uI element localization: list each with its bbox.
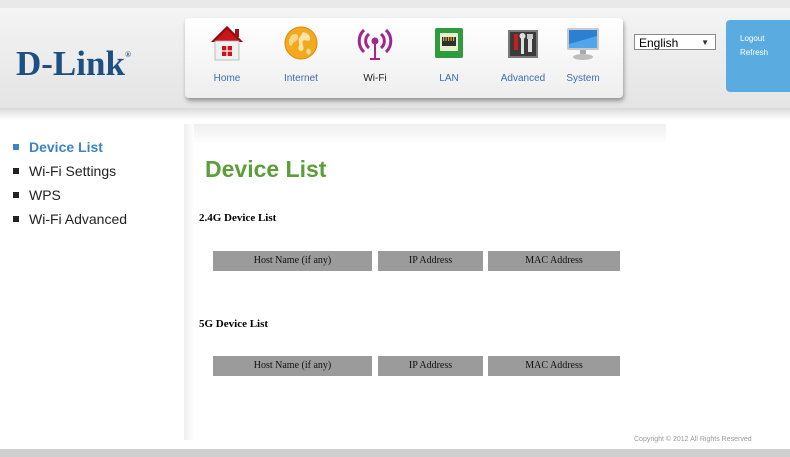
column-header-mac-address: MAC Address — [488, 251, 620, 271]
nav-system-label: System — [566, 73, 600, 84]
home-icon — [211, 26, 243, 61]
bullet-icon — [13, 144, 19, 150]
nav-home-label: Home — [213, 73, 241, 84]
column-header-host-name: Host Name (if any) — [213, 251, 372, 271]
bottom-bar — [0, 449, 790, 457]
column-header-mac-address: MAC Address — [488, 356, 620, 376]
language-select[interactable]: English ▼ — [634, 34, 716, 50]
nav-internet[interactable]: Internet — [271, 18, 331, 98]
nav-internet-label: Internet — [284, 73, 318, 84]
trademark-mark: ® — [124, 50, 131, 59]
sidebar-item-wps[interactable]: WPS — [12, 186, 127, 204]
sidebar-item-label: Wi-Fi Settings — [29, 163, 117, 179]
sidebar-item-label: Device List — [29, 139, 103, 155]
logo-text: D-Link — [16, 44, 125, 83]
sidebar-menu: Device List Wi-Fi Settings WPS Wi-Fi Adv… — [12, 138, 127, 234]
logout-link[interactable]: Logout — [740, 34, 764, 43]
section-title-24g: 2.4G Device List — [199, 212, 277, 224]
nav-system[interactable]: System — [553, 18, 613, 98]
sidebar-item-label: Wi-Fi Advanced — [29, 211, 128, 227]
bullet-icon — [13, 192, 19, 198]
top-strip — [0, 0, 790, 8]
nav-wifi-label: Wi-Fi — [363, 73, 387, 84]
nav-lan-label: LAN — [439, 73, 459, 84]
language-selected-value: English — [639, 36, 679, 50]
nav-advanced[interactable]: Advanced — [493, 18, 553, 98]
refresh-link[interactable]: Refresh — [740, 48, 768, 57]
sidebar-item-device-list[interactable]: Device List — [12, 138, 127, 156]
chevron-down-icon: ▼ — [701, 38, 709, 47]
nav-lan[interactable]: LAN — [419, 18, 479, 98]
column-header-ip-address: IP Address — [378, 251, 483, 271]
sidebar-item-wifi-advanced[interactable]: Wi-Fi Advanced — [12, 210, 127, 228]
content-top-shade — [186, 124, 666, 144]
nav-wifi[interactable]: Wi-Fi — [345, 18, 405, 98]
page-title: Device List — [205, 156, 327, 182]
copyright-text: Copyright © 2012 All Rights Reserved — [634, 436, 752, 443]
toolbox-icon — [508, 30, 538, 58]
column-header-ip-address: IP Address — [378, 356, 483, 376]
main-nav: Home Internet Wi-Fi LAN Advanced System — [185, 18, 623, 98]
nav-advanced-label: Advanced — [500, 73, 546, 84]
lan-icon — [435, 28, 463, 58]
wifi-icon — [357, 28, 393, 60]
globe-icon — [284, 26, 318, 60]
bullet-icon — [13, 168, 19, 174]
sidebar-item-label: WPS — [29, 187, 61, 203]
column-header-host-name: Host Name (if any) — [213, 356, 372, 376]
header-shadow — [0, 108, 790, 120]
section-title-5g: 5G Device List — [199, 318, 269, 330]
bullet-icon — [13, 216, 19, 222]
sidebar-item-wifi-settings[interactable]: Wi-Fi Settings — [12, 162, 127, 180]
dlink-logo: D-Link® — [16, 44, 131, 84]
nav-home[interactable]: Home — [197, 18, 257, 98]
monitor-icon — [567, 28, 599, 60]
content-left-shade — [184, 124, 194, 440]
